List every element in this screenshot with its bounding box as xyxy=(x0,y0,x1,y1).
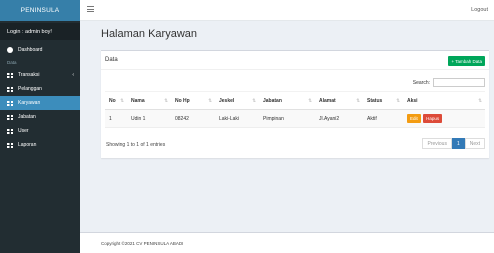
column-header-nohp[interactable]: No Hp ⇅ xyxy=(171,91,215,110)
sort-icon: ⇅ xyxy=(208,98,212,103)
sort-icon: ⇅ xyxy=(308,98,312,103)
sidebar-item-pelanggan[interactable]: Pelanggan xyxy=(0,82,80,96)
grid-icon xyxy=(7,100,13,106)
sidebar-section-header: Data xyxy=(7,60,17,65)
cell-nohp: 08242 xyxy=(171,109,215,128)
sidebar-item-label: User xyxy=(18,128,29,134)
sidebar-item-label: Dashboard xyxy=(18,47,43,53)
column-header-jeskel[interactable]: Jeskel ⇅ xyxy=(215,91,259,110)
sidebar-item-label: Laporan xyxy=(18,142,37,148)
grid-icon xyxy=(7,86,13,92)
column-header-status[interactable]: Status ⇅ xyxy=(363,91,403,110)
box-header: Data xyxy=(101,51,489,70)
grid-icon xyxy=(7,114,13,120)
delete-button[interactable]: Hapus xyxy=(423,114,443,123)
grid-icon xyxy=(7,72,13,78)
sidebar-item-label: Karyawan xyxy=(18,100,41,106)
logout-link[interactable]: Logout xyxy=(471,7,488,13)
pagination: Previous 1 Next xyxy=(422,138,485,149)
sort-icon: ⇅ xyxy=(396,98,400,103)
sidebar-item-label: Transaksi xyxy=(18,72,40,78)
column-header-jabatan[interactable]: Jabatan ⇅ xyxy=(259,91,315,110)
edit-button[interactable]: Edit xyxy=(407,114,421,123)
chevron-left-icon: ‹ xyxy=(72,72,74,78)
sidebar-item-laporan[interactable]: Laporan xyxy=(0,138,80,152)
employee-table: No ⇅ Nama ⇅ No Hp ⇅ Jeskel ⇅ Jabatan ⇅ Alamat… xyxy=(105,91,485,128)
cell-no: 1 xyxy=(105,109,127,128)
sidebar-item-user[interactable]: User xyxy=(0,124,80,138)
sort-icon: ⇅ xyxy=(252,98,256,103)
previous-page-button[interactable]: Previous xyxy=(422,138,452,149)
page-title: Halaman Karyawan xyxy=(101,28,197,40)
sort-icon: ⇅ xyxy=(356,98,360,103)
column-header-alamat[interactable]: Alamat ⇅ xyxy=(315,91,363,110)
cell-aksi: Edit Hapus xyxy=(403,109,485,128)
sidebar-item-label: Jabatan xyxy=(18,114,36,120)
sidebar-menu: Dashboard Data Transaksi ‹ Pelanggan Kar… xyxy=(0,43,80,152)
search-area: Search: xyxy=(413,78,485,87)
sidebar: PENINSULA Login : admin boy! Dashboard D… xyxy=(0,0,80,253)
grid-icon xyxy=(7,128,13,134)
sidebar-item-label: Pelanggan xyxy=(18,86,42,92)
column-header-nama[interactable]: Nama ⇅ xyxy=(127,91,171,110)
dashboard-icon xyxy=(7,47,13,53)
sort-icon: ⇅ xyxy=(164,98,168,103)
table-row: 1 Udin 1 08242 Laki-Laki Pimpinan Jl.Aya… xyxy=(105,109,485,128)
top-navbar: Logout xyxy=(80,0,494,21)
cell-nama: Udin 1 xyxy=(127,109,171,128)
column-header-aksi[interactable]: Aksi ⇅ xyxy=(403,91,485,110)
sidebar-item-transaksi[interactable]: Transaksi ‹ xyxy=(0,68,80,82)
footer: Copyright ©2021 CV PENINSULA ABADI xyxy=(80,232,494,253)
hamburger-menu-icon[interactable] xyxy=(87,6,94,12)
column-header-no[interactable]: No ⇅ xyxy=(105,91,127,110)
cell-jeskel: Laki-Laki xyxy=(215,109,259,128)
sidebar-item-jabatan[interactable]: Jabatan xyxy=(0,110,80,124)
search-label: Search: xyxy=(412,79,430,86)
data-box: Data + Tambah Data Search: No ⇅ Nama ⇅ No … xyxy=(101,50,489,158)
page-1-button[interactable]: 1 xyxy=(451,138,465,149)
cell-alamat: Jl.Ayani2 xyxy=(315,109,363,128)
sort-icon: ⇅ xyxy=(478,98,482,103)
user-panel: Login : admin boy! xyxy=(0,23,80,40)
box-title: Data xyxy=(105,57,118,63)
search-input[interactable] xyxy=(433,78,485,87)
sidebar-item-dashboard[interactable]: Dashboard xyxy=(0,43,80,57)
sidebar-item-karyawan[interactable]: Karyawan xyxy=(0,96,80,110)
brand-logo[interactable]: PENINSULA xyxy=(0,0,80,21)
copyright-text: Copyright ©2021 CV PENINSULA ABADI xyxy=(101,240,184,246)
table-header-row: No ⇅ Nama ⇅ No Hp ⇅ Jeskel ⇅ Jabatan ⇅ Alamat… xyxy=(105,91,485,110)
sort-icon: ⇅ xyxy=(120,98,124,103)
cell-status: Aktif xyxy=(363,109,403,128)
grid-icon xyxy=(7,142,13,148)
add-data-button[interactable]: + Tambah Data xyxy=(448,56,485,66)
cell-jabatan: Pimpinan xyxy=(259,109,315,128)
next-page-button[interactable]: Next xyxy=(464,138,485,149)
table-info: Showing 1 to 1 of 1 entries xyxy=(106,142,166,148)
